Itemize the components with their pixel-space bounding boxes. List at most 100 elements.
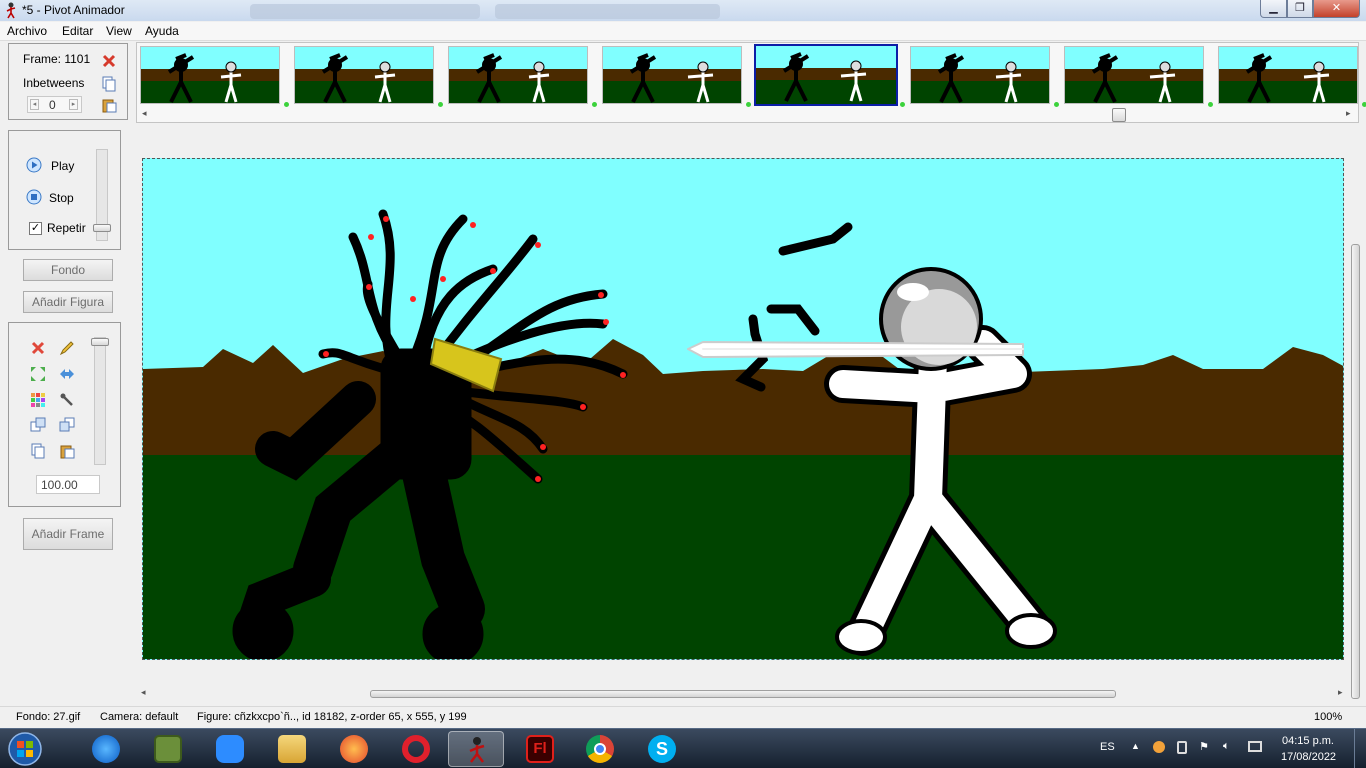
send-back-icon[interactable]	[59, 417, 75, 433]
delete-figure-icon[interactable]	[30, 340, 46, 356]
edit-figure-icon[interactable]	[59, 340, 75, 356]
network-icon[interactable]	[1248, 741, 1262, 752]
status-zoom: 100%	[1314, 711, 1343, 723]
scale-figure-icon[interactable]	[30, 366, 46, 382]
clock-time[interactable]: 04:15 p.m.	[1282, 735, 1334, 747]
menu-editar[interactable]: Editar	[62, 24, 93, 38]
taskbar-opera[interactable]	[388, 731, 444, 767]
status-background: Fondo: 27.gif	[16, 711, 81, 723]
delete-frame-icon[interactable]	[101, 53, 117, 69]
repeat-label: Repetir	[47, 221, 86, 235]
stop-icon[interactable]	[26, 189, 42, 205]
inbetweens-value: 0	[49, 98, 56, 112]
decrement-arrow-icon[interactable]: ◂	[30, 99, 39, 110]
paste-figure-icon[interactable]	[59, 443, 75, 459]
frame-timeline: ◂ ▸	[136, 42, 1366, 123]
frame-number: Frame: 1101	[23, 52, 91, 66]
scene[interactable]	[143, 159, 1344, 660]
minecraft-icon	[154, 735, 182, 763]
battery-icon[interactable]	[1177, 741, 1187, 754]
frame-thumbnail[interactable]	[1064, 46, 1204, 104]
taskbar-pivot-animator[interactable]	[448, 731, 504, 767]
taskbar-internet-explorer[interactable]	[78, 731, 134, 767]
color-figure-icon[interactable]	[30, 392, 46, 408]
frame-marker-dot	[746, 102, 751, 107]
taskbar-minecraft[interactable]	[140, 731, 196, 767]
add-figure-button[interactable]: Añadir Figura	[23, 291, 113, 313]
hscroll-right-arrow-icon[interactable]: ▸	[1338, 687, 1343, 698]
animation-canvas[interactable]	[142, 158, 1344, 660]
alpha-slider-track[interactable]	[94, 337, 106, 465]
clock-date[interactable]: 17/08/2022	[1281, 751, 1336, 763]
timeline-scroll-thumb[interactable]	[1112, 108, 1126, 122]
taskbar-adobe-flash[interactable]: Fl	[512, 731, 568, 767]
frame-marker-dot	[438, 102, 443, 107]
taskbar-zoom[interactable]	[202, 731, 258, 767]
status-camera: Camera: default	[100, 711, 179, 723]
play-button[interactable]: Play	[51, 159, 74, 173]
copy-figure-icon[interactable]	[30, 443, 46, 459]
inbetweens-label: Inbetweens	[23, 76, 85, 90]
start-orb-icon[interactable]	[6, 731, 44, 767]
taskbar-firefox[interactable]	[326, 731, 382, 767]
frame-thumbnail[interactable]	[602, 46, 742, 104]
firefox-icon	[340, 735, 368, 763]
add-frame-button[interactable]: Añadir Frame	[23, 518, 113, 550]
taskbar-file-explorer[interactable]	[264, 731, 320, 767]
copy-frame-icon[interactable]	[101, 76, 117, 92]
play-icon[interactable]	[26, 157, 42, 173]
paste-frame-icon[interactable]	[101, 97, 117, 113]
zoom-icon	[216, 735, 244, 763]
background-tab	[250, 4, 480, 19]
frame-marker-dot	[900, 102, 905, 107]
horizontal-scroll-thumb[interactable]	[370, 690, 1116, 698]
flip-figure-icon[interactable]	[59, 366, 75, 382]
horizontal-scrollbar[interactable]: ◂ ▸	[136, 687, 1349, 700]
frame-panel: Frame: 1101 Inbetweens ◂ 0 ▸	[8, 43, 128, 120]
taskbar-chrome[interactable]	[572, 731, 628, 767]
frame-thumbnail[interactable]	[910, 46, 1050, 104]
frame-marker-dot	[1362, 102, 1366, 107]
status-bar: Fondo: 27.gif Camera: default Figure: cñ…	[0, 706, 1366, 728]
menu-view[interactable]: View	[106, 24, 132, 38]
maximize-button[interactable]: ❐	[1287, 0, 1313, 18]
inbetweens-stepper[interactable]: ◂ 0 ▸	[27, 96, 82, 113]
frame-thumbnail[interactable]	[754, 44, 898, 106]
vertical-scrollbar[interactable]	[1349, 124, 1361, 699]
frame-thumbnail[interactable]	[140, 46, 280, 104]
stop-button[interactable]: Stop	[49, 191, 74, 205]
status-figure: Figure: cñzkxcpo`ñ.., id 18182, z-order …	[197, 711, 467, 723]
language-indicator[interactable]: ES	[1100, 741, 1115, 753]
show-desktop-button[interactable]	[1354, 729, 1366, 768]
window-title: *5 - Pivot Animador	[22, 3, 125, 17]
figure-tools-panel: 100.00	[8, 322, 121, 507]
scroll-left-arrow-icon[interactable]: ◂	[142, 108, 147, 119]
menu-archivo[interactable]: Archivo	[7, 24, 47, 38]
frame-thumbnail[interactable]	[448, 46, 588, 104]
folder-icon	[278, 735, 306, 763]
join-figure-icon[interactable]	[59, 392, 75, 408]
scale-input[interactable]: 100.00	[36, 475, 100, 494]
pivot-app-icon	[6, 2, 16, 19]
vertical-scroll-thumb[interactable]	[1351, 244, 1360, 699]
scroll-right-arrow-icon[interactable]: ▸	[1346, 108, 1351, 119]
close-button[interactable]: ✕	[1313, 0, 1360, 18]
speed-slider-thumb[interactable]	[93, 224, 111, 232]
volume-icon[interactable]: 🔈︎	[1223, 740, 1230, 753]
frame-marker-dot	[592, 102, 597, 107]
minimize-button[interactable]: ▁	[1260, 0, 1287, 18]
frame-thumbnail[interactable]	[294, 46, 434, 104]
hscroll-left-arrow-icon[interactable]: ◂	[141, 687, 146, 698]
show-hidden-icons-icon[interactable]: ▲	[1131, 741, 1140, 751]
fondo-button[interactable]: Fondo	[23, 259, 113, 281]
frame-thumbnail[interactable]	[1218, 46, 1358, 104]
action-center-flag-icon[interactable]: ⚑	[1199, 740, 1209, 753]
tray-app-icon[interactable]	[1153, 741, 1165, 753]
taskbar-skype[interactable]: S	[634, 731, 690, 767]
alpha-slider-thumb[interactable]	[91, 338, 109, 346]
repeat-checkbox[interactable]: ✓	[29, 222, 42, 235]
menu-ayuda[interactable]: Ayuda	[145, 24, 179, 38]
increment-arrow-icon[interactable]: ▸	[69, 99, 78, 110]
bring-front-icon[interactable]	[30, 417, 46, 433]
timeline-scrollbar[interactable]: ◂ ▸	[137, 108, 1358, 122]
